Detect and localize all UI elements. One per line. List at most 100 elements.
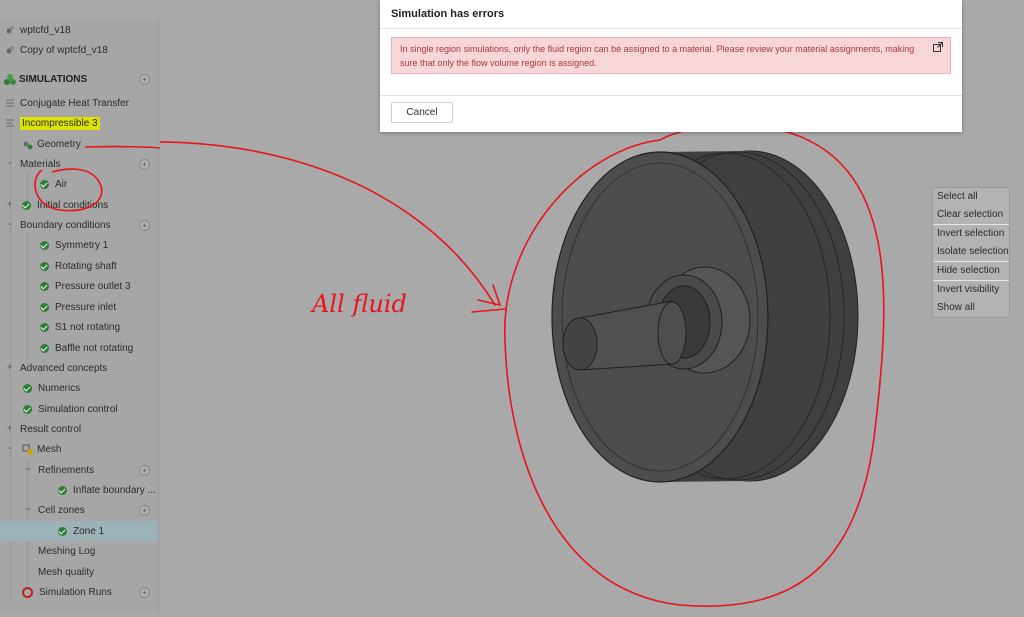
check-icon	[40, 302, 49, 312]
sidebar-item-label: Conjugate Heat Transfer	[20, 97, 129, 109]
selection-context-panel: Select all Clear selection Invert select…	[932, 187, 1010, 318]
sidebar-item-air[interactable]: Air	[0, 174, 158, 194]
sidebar-item-label: Mesh	[37, 443, 62, 455]
select-all-button[interactable]: Select all	[933, 188, 1009, 206]
sidebar-item-label: Materials	[20, 158, 61, 170]
simulations-icon	[4, 74, 16, 85]
arrow-annotation	[84, 141, 496, 306]
sidebar-item-label: Meshing Log	[38, 545, 96, 557]
add-run-button[interactable]: +	[139, 586, 150, 598]
geometry-file-icon	[5, 45, 15, 55]
sidebar-item-refinements[interactable]: − Refinements +	[0, 460, 158, 480]
sidebar-item-label: Pressure outlet 3	[55, 280, 131, 292]
show-all-button[interactable]: Show all	[933, 299, 1009, 317]
sidebar-item-label: Numerics	[38, 382, 81, 394]
check-icon	[40, 322, 49, 332]
sidebar-item-mesh-quality[interactable]: Mesh quality	[0, 562, 158, 582]
sidebar-item-label: Air	[55, 178, 68, 190]
sidebar-item-bc[interactable]: Pressure inlet	[0, 297, 158, 317]
sidebar-item-bc[interactable]: Symmetry 1	[0, 235, 158, 255]
collapse-icon[interactable]: −	[25, 505, 32, 514]
sidebar-item-label: Zone 1	[73, 525, 105, 537]
isolate-selection-button[interactable]: Isolate selection	[933, 243, 1009, 261]
dialog-title: Simulation has errors	[391, 8, 505, 20]
check-icon	[40, 343, 49, 353]
sidebar-item-label: Geometry	[37, 138, 81, 150]
check-icon	[22, 200, 31, 210]
sidebar-item-mesh[interactable]: − Mesh	[0, 439, 158, 459]
invert-visibility-button[interactable]: Invert visibility	[933, 281, 1009, 299]
sidebar-item-label: S1 not rotating	[55, 321, 121, 333]
file-label: wptcfd_v18	[20, 24, 71, 36]
check-icon	[40, 281, 49, 291]
sidebar-item-advanced-concepts[interactable]: + Advanced concepts	[0, 358, 158, 378]
collapse-icon[interactable]: −	[6, 444, 13, 453]
sidebar-item-label: Incompressible 3	[20, 116, 100, 130]
sidebar-item-conjugate-heat-transfer[interactable]: Conjugate Heat Transfer	[0, 93, 158, 113]
file-label: Copy of wptcfd_v18	[20, 44, 108, 56]
sidebar-item-cell-zones[interactable]: − Cell zones +	[0, 500, 158, 520]
external-link-icon[interactable]	[933, 42, 943, 52]
collapse-icon[interactable]: −	[6, 220, 13, 229]
sidebar-item-bc[interactable]: S1 not rotating	[0, 317, 158, 337]
sidebar-item-label: Inflate boundary ...	[73, 484, 156, 496]
check-icon	[58, 485, 67, 495]
error-dialog: Simulation has errors In single region s…	[380, 0, 962, 132]
sidebar-item-label: Pressure inlet	[55, 301, 117, 313]
annotation-all-fluid: All fluid	[310, 290, 407, 318]
sidebar-item-numerics[interactable]: Numerics	[0, 378, 158, 398]
error-message-box: In single region simulations, only the f…	[391, 37, 951, 74]
sidebar-item-geometry[interactable]: Geometry	[0, 134, 158, 154]
file-item[interactable]: Copy of wptcfd_v18	[0, 40, 158, 60]
file-item[interactable]: wptcfd_v18	[0, 20, 158, 40]
sidebar-item-label: Baffle not rotating	[55, 342, 134, 354]
sidebar-item-result-control[interactable]: + Result control	[0, 419, 158, 439]
sidebar-item-label: Simulation Runs	[39, 586, 112, 598]
collapse-icon[interactable]: −	[6, 159, 13, 168]
expand-icon[interactable]: +	[6, 200, 13, 209]
clear-selection-button[interactable]: Clear selection	[933, 206, 1009, 224]
invert-selection-button[interactable]: Invert selection	[933, 225, 1009, 243]
simulation-icon	[5, 118, 15, 128]
sidebar-item-label: Symmetry 1	[55, 239, 109, 251]
sidebar-item-inflate-boundary[interactable]: Inflate boundary ...	[0, 480, 158, 500]
add-refinement-button[interactable]: +	[139, 464, 150, 476]
sidebar-item-zone-1[interactable]: Zone 1	[0, 521, 158, 541]
add-simulation-button[interactable]: +	[139, 73, 150, 85]
sidebar-item-label: Simulation control	[38, 403, 118, 415]
sidebar-item-incompressible-3[interactable]: Incompressible 3	[0, 113, 158, 133]
sidebar-item-materials[interactable]: − Materials +	[0, 154, 158, 174]
sidebar-item-label: Advanced concepts	[20, 362, 108, 374]
cancel-button[interactable]: Cancel	[391, 102, 453, 123]
add-boundary-condition-button[interactable]: +	[139, 219, 150, 231]
sidebar-item-initial-conditions[interactable]: + Initial conditions	[0, 195, 158, 215]
sidebar-item-meshing-log[interactable]: Meshing Log	[0, 541, 158, 561]
add-cell-zone-button[interactable]: +	[139, 504, 150, 516]
sidebar-item-label: Rotating shaft	[55, 260, 117, 272]
wheel-model[interactable]	[551, 150, 859, 483]
expand-icon[interactable]: +	[6, 363, 13, 372]
expand-icon[interactable]: +	[6, 424, 13, 433]
check-icon	[58, 526, 67, 536]
check-icon	[23, 383, 32, 393]
sidebar-item-bc[interactable]: Rotating shaft	[0, 256, 158, 276]
check-icon	[40, 240, 49, 250]
add-material-button[interactable]: +	[139, 158, 150, 170]
sidebar-item-label: Mesh quality	[38, 566, 95, 578]
hide-selection-button[interactable]: Hide selection	[933, 262, 1009, 280]
error-icon	[22, 586, 33, 598]
error-message: In single region simulations, only the f…	[400, 44, 915, 68]
check-icon	[23, 404, 32, 414]
simulations-header[interactable]: SIMULATIONS +	[0, 69, 158, 89]
sidebar-item-bc[interactable]: Pressure outlet 3	[0, 276, 158, 296]
sidebar-item-label: Boundary conditions	[20, 219, 111, 231]
sidebar-item-bc[interactable]: Baffle not rotating	[0, 338, 158, 358]
mesh-warning-icon	[22, 444, 33, 455]
check-icon	[40, 179, 49, 189]
geometry-file-icon	[5, 25, 15, 35]
sidebar-item-simulation-control[interactable]: Simulation control	[0, 399, 158, 419]
sidebar-item-simulation-runs[interactable]: Simulation Runs +	[0, 582, 158, 602]
sidebar-item-boundary-conditions[interactable]: − Boundary conditions +	[0, 215, 158, 235]
sidebar-item-label: Cell zones	[38, 504, 85, 516]
collapse-icon[interactable]: −	[25, 465, 32, 474]
